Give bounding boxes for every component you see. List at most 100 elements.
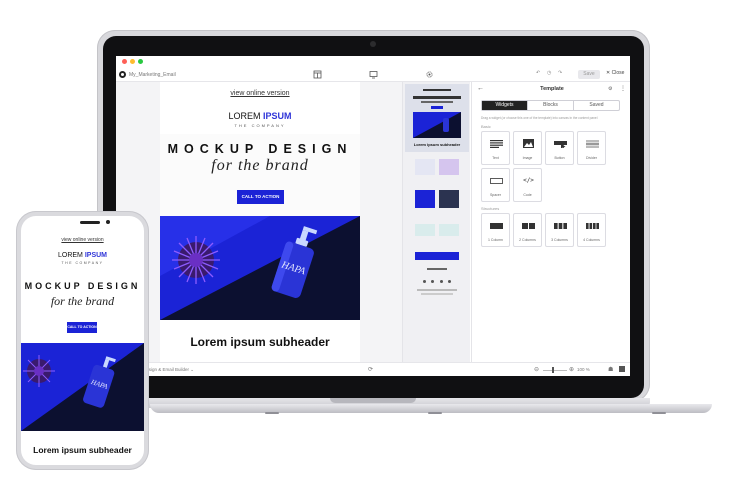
desktop-preview-icon[interactable] [369, 70, 378, 79]
close-window-button[interactable] [122, 59, 127, 64]
chevron-down-icon: ⌄ [190, 367, 195, 372]
template-preview-column[interactable]: Lorem ipsum subheader [402, 82, 470, 362]
tab-widgets[interactable]: Widgets [482, 101, 528, 110]
company-tagline: THE COMPANY [234, 123, 286, 128]
widget-label: Divider [586, 156, 597, 160]
structure-label: 2 Columns [519, 238, 536, 242]
logo-accent-text: IPSUM [263, 111, 292, 121]
structure-3-columns[interactable]: 3 Columns [545, 213, 574, 247]
widget-label: Code [523, 193, 532, 197]
laptop-foot-right [652, 412, 666, 414]
button-icon [554, 141, 567, 148]
builder-mode-dropdown[interactable]: Design & Email Builder ⌄ [143, 367, 194, 373]
four-columns-icon [586, 223, 599, 229]
zoom-slider[interactable] [543, 370, 567, 371]
widgets-panel: ← Template ⚙ ⋮ Widgets Blocks Saved Drag… [471, 82, 630, 362]
preview-product-row-2 [415, 190, 459, 208]
three-columns-icon [554, 223, 567, 229]
cta-button[interactable]: CALL TO ACTION [237, 190, 284, 204]
widget-divider[interactable]: Divider [577, 131, 606, 165]
widget-label: Image [522, 156, 533, 160]
builder-mode-label: Design & Email Builder [143, 367, 190, 372]
mobile-cta-button[interactable]: CALL TO ACTION [67, 322, 97, 333]
window-controls [122, 59, 143, 64]
brand-logo: LOREM IPSUM [160, 111, 360, 121]
undo-icon[interactable]: ↶ [536, 70, 540, 76]
preview-cta [431, 106, 443, 109]
sync-icon[interactable]: ⟳ [368, 366, 373, 373]
mobile-headline: MOCKUP DESIGN [24, 281, 141, 291]
hero-subline: for the brand [211, 157, 309, 174]
structure-1-column[interactable]: 1 Column [481, 213, 510, 247]
close-button-label: Close [611, 70, 625, 76]
close-button[interactable]: ✕ Close [606, 70, 624, 76]
project-name[interactable]: My_Marketing_Email [119, 71, 176, 78]
panel-title: Template [540, 86, 564, 92]
preview-headline [413, 96, 461, 99]
zoom-window-button[interactable] [138, 59, 143, 64]
logo-main-text: LOREM [228, 111, 261, 121]
preview-footer-text-2 [421, 293, 453, 295]
hero-product-image: HAPA [160, 216, 360, 320]
text-lines-icon [490, 140, 503, 148]
widget-label: Button [554, 156, 565, 160]
preview-footer-text [417, 289, 457, 291]
zoom-slider-handle[interactable] [552, 367, 554, 373]
preview-subheader: Lorem ipsum subheader [413, 142, 461, 147]
tab-blocks[interactable]: Blocks [528, 101, 574, 110]
email-subheader: Lorem ipsum subheader [190, 335, 330, 349]
back-arrow-icon[interactable]: ← [477, 85, 484, 92]
panel-settings-icon[interactable]: ⚙ [608, 86, 612, 92]
mobile-subheader: Lorem ipsum subheader [33, 445, 132, 455]
preview-product-row-3 [415, 224, 459, 236]
one-column-icon [490, 223, 503, 229]
preview-hero [413, 112, 461, 138]
mobile-brand-logo: LOREM IPSUM [21, 252, 144, 259]
structure-label: 3 Columns [551, 238, 568, 242]
preview-banner [415, 252, 459, 260]
view-online-link[interactable]: view online version [160, 90, 360, 97]
structure-label: 4 Columns [583, 238, 600, 242]
mobile-tagline: THE COMPANY [61, 261, 104, 265]
minimize-window-button[interactable] [130, 59, 135, 64]
hero-headline: MOCKUP DESIGN [167, 142, 353, 156]
phone-screen: view online version LOREM IPSUM THE COMP… [21, 216, 144, 465]
basic-section-label: Basic [481, 124, 491, 129]
widget-label: Text [492, 156, 499, 160]
zoom-out-icon[interactable]: ⊖ [534, 366, 539, 373]
history-icon[interactable]: ◷ [547, 70, 551, 76]
image-icon [523, 139, 534, 148]
widget-code[interactable]: </> Code [513, 168, 542, 202]
accessibility-icon[interactable]: ☗ [608, 366, 613, 373]
laptop-foot-left [265, 412, 279, 414]
structure-2-columns[interactable]: 2 Columns [513, 213, 542, 247]
preview-product-row-1 [415, 159, 459, 175]
redo-icon[interactable]: ↷ [558, 70, 562, 76]
two-columns-icon [522, 223, 535, 229]
structure-grid: 1 Column 2 Columns 3 Columns 4 Columns [481, 213, 606, 247]
panel-tabs: Widgets Blocks Saved [481, 100, 620, 111]
mobile-hero-image: HAPA [21, 343, 144, 431]
more-options-icon[interactable]: ⋮ [620, 85, 626, 92]
project-name-label: My_Marketing_Email [129, 71, 176, 78]
laptop-camera [370, 41, 376, 47]
save-button[interactable]: Save [578, 70, 600, 79]
widget-text[interactable]: Text [481, 131, 510, 165]
app-screen: My_Marketing_Email ↶ ◷ ↷ Save ✕ Close vi… [116, 56, 630, 376]
settings-gear-icon[interactable] [425, 70, 434, 79]
layout-icon[interactable] [313, 70, 322, 79]
widget-spacer[interactable]: Spacer [481, 168, 510, 202]
app-logo-icon [119, 71, 126, 78]
preview-footer-logo [427, 268, 447, 270]
email-canvas: view online version LOREM IPSUM THE COMP… [116, 82, 402, 362]
email-body: view online version LOREM IPSUM THE COMP… [160, 82, 360, 362]
widget-button[interactable]: Button [545, 131, 574, 165]
zoom-in-icon[interactable]: ⊕ [569, 366, 574, 373]
structure-4-columns[interactable]: 4 Columns [577, 213, 606, 247]
widget-image[interactable]: Image [513, 131, 542, 165]
grid-view-icon[interactable] [619, 366, 625, 372]
mobile-view-online-link[interactable]: view online version [21, 237, 144, 243]
tab-saved[interactable]: Saved [574, 101, 619, 110]
spacer-icon [490, 178, 503, 184]
mobile-subline: for the brand [50, 294, 115, 308]
